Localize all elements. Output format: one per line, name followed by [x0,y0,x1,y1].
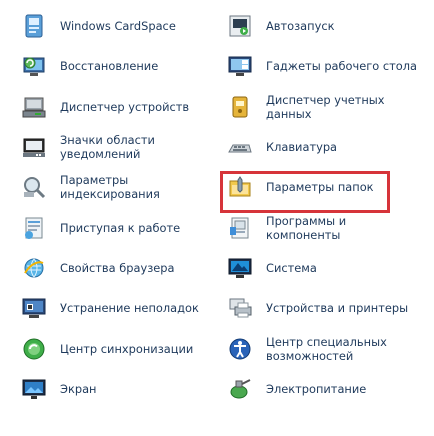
item-label: Параметры индексирования [60,173,160,202]
item-folder-options[interactable]: Параметры папок [226,167,426,207]
item-notification-area-icons[interactable]: Значки области уведомлений [20,127,220,167]
internet-options-icon [20,254,48,282]
getting-started-icon [20,214,48,242]
item-system[interactable]: Система [226,248,426,288]
item-label: Экран [60,381,97,396]
item-label: Гаджеты рабочего стола [266,59,417,74]
device-manager-icon [20,93,48,121]
item-label: Диспетчер устройств [60,99,190,114]
troubleshooting-icon [20,294,48,322]
item-label: Параметры папок [266,180,374,195]
item-credential-manager[interactable]: Диспетчер учетных данных [226,87,426,127]
left-column: Windows CardSpace Восстановление Диспетч… [20,6,220,409]
display-icon [20,375,48,403]
item-label: Система [266,260,317,275]
notification-area-icon [20,133,48,161]
ease-of-access-icon [226,335,254,363]
item-ease-of-access-center[interactable]: Центр специальных возможностей [226,328,426,368]
indexing-icon [20,173,48,201]
item-devices-and-printers[interactable]: Устройства и принтеры [226,288,426,328]
item-getting-started[interactable]: Приступая к работе [20,207,220,247]
item-display[interactable]: Экран [20,369,220,409]
devices-printers-icon [226,294,254,322]
recovery-icon [20,52,48,80]
item-internet-options[interactable]: Свойства браузера [20,248,220,288]
sync-center-icon [20,335,48,363]
item-autoplay[interactable]: Автозапуск [226,6,426,46]
item-recovery[interactable]: Восстановление [20,46,220,86]
item-keyboard[interactable]: Клавиатура [226,127,426,167]
folder-options-icon [226,173,254,201]
item-label: Устройства и принтеры [266,301,409,316]
item-desktop-gadgets[interactable]: Гаджеты рабочего стола [226,46,426,86]
item-label: Свойства браузера [60,260,175,275]
programs-features-icon [226,214,254,242]
item-label: Значки области уведомлений [60,133,155,162]
keyboard-icon [226,133,254,161]
item-label: Электропитание [266,381,367,396]
item-device-manager[interactable]: Диспетчер устройств [20,87,220,127]
right-column: Автозапуск Гаджеты рабочего стола Диспет… [226,6,426,409]
item-indexing-options[interactable]: Параметры индексирования [20,167,220,207]
autoplay-icon [226,12,254,40]
cardspace-icon [20,12,48,40]
gadgets-icon [226,52,254,80]
power-options-icon [226,375,254,403]
item-label: Клавиатура [266,140,338,155]
item-label: Программы и компоненты [266,213,347,242]
item-label: Диспетчер учетных данных [266,92,385,121]
item-troubleshooting[interactable]: Устранение неполадок [20,288,220,328]
item-label: Автозапуск [266,19,335,34]
item-windows-cardspace[interactable]: Windows CardSpace [20,6,220,46]
item-power-options[interactable]: Электропитание [226,369,426,409]
item-label: Приступая к работе [60,220,181,235]
item-label: Центр синхронизации [60,341,194,356]
item-label: Windows CardSpace [60,19,176,34]
control-panel-all-items: Windows CardSpace Восстановление Диспетч… [0,0,434,436]
item-label: Устранение неполадок [60,301,199,316]
item-sync-center[interactable]: Центр синхронизации [20,328,220,368]
item-programs-and-features[interactable]: Программы и компоненты [226,207,426,247]
system-icon [226,254,254,282]
item-label: Центр специальных возможностей [266,334,387,363]
item-label: Восстановление [60,59,159,74]
credential-manager-icon [226,93,254,121]
